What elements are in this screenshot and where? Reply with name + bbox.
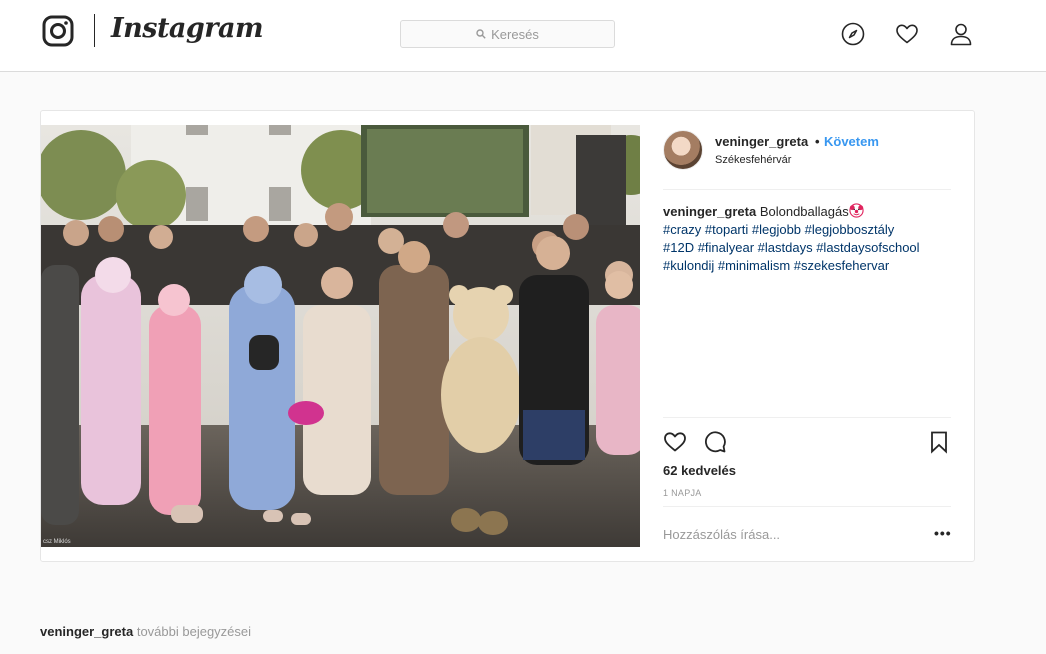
divider	[663, 189, 951, 190]
comment-bubble-icon[interactable]	[703, 430, 727, 454]
post-caption: veninger_greta Bolondballagás #crazy #to…	[663, 203, 955, 275]
caption-username[interactable]: veninger_greta	[663, 204, 756, 219]
logo-divider	[94, 14, 95, 47]
hashtags-line-3[interactable]: #kulondij #minimalism #szekesfehervar	[663, 258, 889, 273]
divider	[663, 417, 951, 418]
search-placeholder: Keresés	[491, 26, 539, 42]
user-icon[interactable]	[949, 22, 973, 46]
post-timestamp[interactable]: 1 NAPJA	[663, 488, 702, 498]
heart-icon[interactable]	[895, 22, 919, 46]
top-nav-bar: Instagram Keresés	[0, 0, 1046, 72]
post-sidebar: veninger_greta • Követem Székesfehérvár …	[640, 111, 975, 561]
bookmark-icon[interactable]	[927, 430, 951, 454]
follow-button[interactable]: Követem	[824, 134, 879, 149]
caption-text: Bolondballagás	[759, 204, 849, 219]
comment-input[interactable]: Hozzászólás írása...	[663, 527, 780, 542]
photo-credit: csz Miklós	[43, 539, 71, 545]
group-photo-illustration	[41, 125, 640, 547]
hashtags-line-1[interactable]: #crazy #toparti #legjobb #legjobbosztály	[663, 222, 894, 237]
post-card: csz Miklós veninger_greta • Követem Szék…	[40, 110, 975, 562]
instagram-wordmark[interactable]: Instagram	[111, 13, 264, 44]
more-posts-username[interactable]: veninger_greta	[40, 624, 133, 639]
divider	[663, 506, 951, 507]
post-username[interactable]: veninger_greta	[715, 134, 808, 149]
separator-dot: •	[815, 134, 820, 149]
clown-face-icon	[849, 203, 864, 218]
post-photo[interactable]: csz Miklós	[41, 125, 640, 547]
like-count[interactable]: 62 kedvelés	[663, 463, 736, 478]
hashtags-line-2[interactable]: #12D #finalyear #lastdays #lastdaysofsch…	[663, 240, 920, 255]
more-options-button[interactable]: •••	[934, 525, 952, 541]
like-heart-icon[interactable]	[663, 430, 687, 454]
more-posts-heading: veninger_greta további bejegyzései	[40, 624, 251, 639]
compass-icon[interactable]	[841, 22, 865, 46]
search-input[interactable]: Keresés	[400, 20, 615, 48]
post-location[interactable]: Székesfehérvár	[715, 154, 791, 166]
avatar[interactable]	[663, 130, 703, 170]
search-icon	[476, 29, 486, 39]
more-posts-label: további bejegyzései	[136, 624, 252, 639]
instagram-logo-icon[interactable]	[42, 15, 74, 47]
